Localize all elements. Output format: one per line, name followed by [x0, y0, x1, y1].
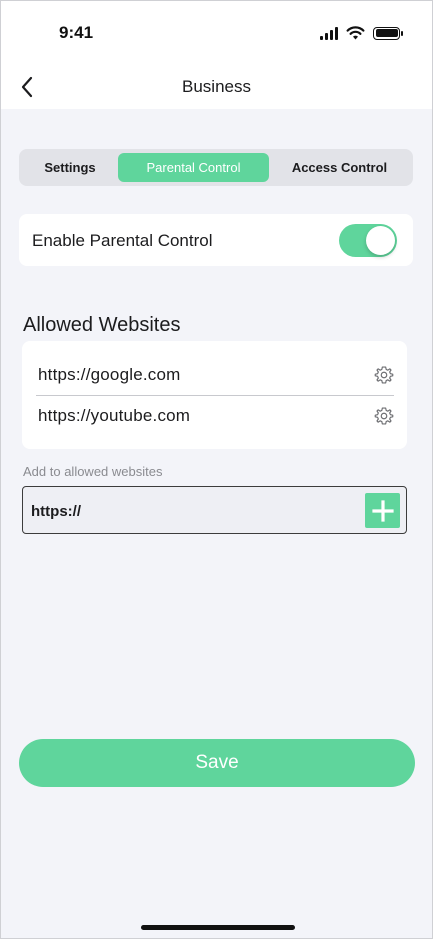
add-website-button[interactable]: [365, 493, 400, 528]
battery-icon: [373, 26, 403, 40]
home-indicator: [141, 925, 295, 930]
allowed-websites-title: Allowed Websites: [23, 314, 181, 336]
status-bar: 9:41: [1, 1, 432, 69]
parental-control-card: Enable Parental Control: [19, 214, 413, 266]
plus-icon: [371, 499, 394, 522]
gear-icon[interactable]: [374, 365, 394, 385]
tab-settings[interactable]: Settings: [22, 153, 118, 182]
list-item[interactable]: https://youtube.com: [38, 396, 394, 436]
cellular-signal-icon: [320, 26, 338, 40]
gear-icon[interactable]: [374, 406, 394, 426]
add-website-input[interactable]: [31, 499, 351, 523]
status-icons: [320, 26, 403, 40]
list-item[interactable]: https://google.com: [38, 355, 394, 395]
parental-control-label: Enable Parental Control: [32, 231, 213, 250]
allowed-websites-list: https://google.com https://youtube.com: [22, 341, 407, 449]
tab-access-control[interactable]: Access Control: [269, 153, 410, 182]
wifi-icon: [346, 26, 365, 40]
phone-screen: 9:41 Business Settings Parental Control: [0, 0, 433, 939]
tab-parental-control[interactable]: Parental Control: [118, 153, 269, 182]
save-button[interactable]: Save: [19, 739, 415, 787]
add-website-field: [22, 486, 407, 534]
status-time: 9:41: [59, 23, 94, 42]
parental-control-toggle[interactable]: [339, 224, 397, 257]
toggle-knob: [366, 226, 395, 255]
add-website-label: Add to allowed websites: [23, 464, 163, 479]
website-url: https://google.com: [38, 365, 181, 384]
segmented-control: Settings Parental Control Access Control: [19, 149, 413, 186]
website-url: https://youtube.com: [38, 406, 191, 425]
nav-bar: Business: [1, 69, 432, 109]
page-title: Business: [182, 77, 251, 96]
